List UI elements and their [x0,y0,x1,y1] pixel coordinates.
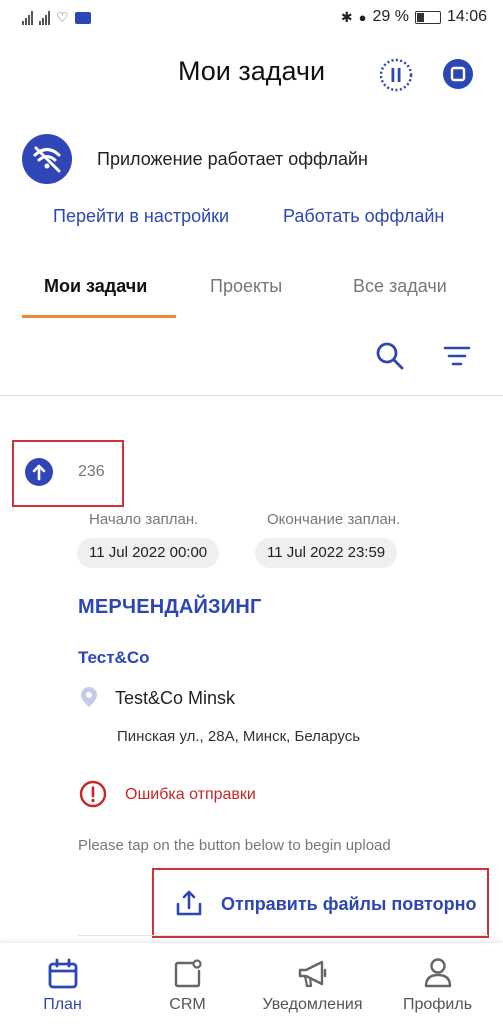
person-icon [424,958,452,988]
divider [0,395,503,396]
nav-notifications-label: Уведомления [262,996,363,1013]
battery-icon [414,10,441,24]
nav-notifications[interactable]: Уведомления [250,943,375,1024]
signal-icon [22,10,33,25]
pause-sync-button[interactable] [379,58,413,92]
store-address: Пинская ул., 28А, Минск, Беларусь [117,728,361,745]
error-icon [79,780,107,808]
app-notification-icon [74,11,91,24]
upload-status-icon [25,458,53,486]
store-name: Test&Co Minsk [115,688,236,708]
signal-icon [39,10,50,25]
stop-button[interactable] [442,58,474,90]
map-pin-icon [80,686,98,708]
company-name: Тест&Co [78,648,150,667]
calendar-icon [48,958,78,989]
tab-my-tasks[interactable]: Мои задачи [44,276,147,297]
status-right-icons: ✱ ● 29 % 14:06 [341,8,487,26]
start-date-chip: 11 Jul 2022 00:00 [77,538,220,568]
pause-icon [379,58,413,92]
tab-all-tasks[interactable]: Все задачи [353,276,447,297]
status-left-icons: ♡ [22,9,91,26]
resend-files-label: Отправить файлы повторно [221,894,477,914]
clock: 14:06 [446,8,487,25]
search-button[interactable] [374,340,406,372]
start-label: Начало заплан. [89,511,199,528]
work-offline-link[interactable]: Работать оффлайн [283,206,444,227]
go-to-settings-link[interactable]: Перейти в настройки [53,206,229,227]
nav-profile[interactable]: Профиль [375,943,500,1024]
offline-message: Приложение работает оффлайн [97,149,368,169]
task-title[interactable]: МЕРЧЕНДАЙЗИНГ [78,596,262,619]
bottom-navigation: План CRM Уведомления Профиль [0,943,503,1024]
upload-hint: Please tap on the button below to begin … [78,837,391,854]
task-id: 236 [78,463,105,480]
offline-icon [22,134,72,184]
nav-profile-label: Профиль [402,996,473,1013]
filter-button[interactable] [443,344,471,368]
divider [78,935,488,936]
page-title: Мои задачи [177,56,326,86]
stop-icon [443,59,473,89]
heart-icon: ♡ [56,9,69,25]
upload-error-text: Ошибка отправки [125,786,256,803]
search-icon [376,342,404,370]
location-icon: ● [358,9,367,25]
filter-icon [443,346,471,366]
active-tab-indicator [22,315,176,318]
nav-crm-label: CRM [169,996,206,1013]
bluetooth-icon: ✱ [340,8,353,25]
end-label: Окончание заплан. [267,511,401,528]
end-date-chip: 11 Jul 2022 23:59 [255,538,398,568]
nav-plan-label: План [43,996,82,1013]
crm-icon [174,959,202,988]
tab-projects[interactable]: Проекты [210,276,282,297]
status-bar: ♡ ✱ ● 29 % 14:06 [0,0,503,34]
nav-plan[interactable]: План [0,943,125,1024]
megaphone-icon [298,960,327,988]
nav-crm[interactable]: CRM [125,943,250,1024]
upload-icon [174,888,204,918]
battery-percent: 29 % [372,8,409,25]
